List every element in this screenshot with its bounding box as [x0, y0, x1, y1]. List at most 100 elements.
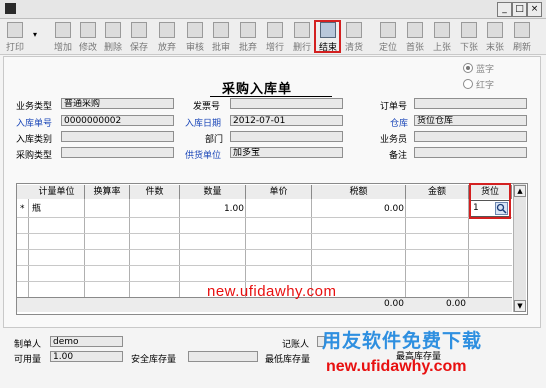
app-icon: [5, 3, 16, 14]
toolbar-button-2[interactable]: 增加: [50, 21, 76, 53]
vertical-scrollbar[interactable]: [513, 184, 526, 312]
purchase-type-label: 采购类型: [16, 151, 53, 161]
red-radio-label: 红字: [476, 81, 495, 91]
watermark-url-bottom: new.ufidawhy.com: [326, 358, 467, 375]
row-marker: *: [20, 204, 25, 214]
save-icon: [131, 22, 147, 38]
toolbar-button-16[interactable]: 上张: [429, 21, 455, 53]
refresh-icon: [514, 22, 530, 38]
toolbar-button-19[interactable]: 刷新: [509, 21, 535, 53]
toolbar-button-label: 删行: [292, 43, 311, 53]
grid-column-line: [405, 199, 406, 297]
toolbar-button-10[interactable]: 增行: [262, 21, 288, 53]
toolbar-button-label: 刷新: [512, 43, 531, 53]
column-header[interactable]: 数量: [180, 185, 246, 199]
toolbar-button-label: 上张: [432, 43, 451, 53]
toolbar-button-18[interactable]: 末张: [482, 21, 508, 53]
cell-tax[interactable]: 0.00: [340, 203, 404, 215]
total-amount: 0.00: [445, 299, 466, 309]
blue-radio[interactable]: [463, 63, 473, 73]
first-icon: [407, 22, 423, 38]
close-button[interactable]: ×: [527, 2, 542, 17]
safety-stock-label: 安全库存量: [131, 355, 177, 365]
receipt-no-field[interactable]: 0000000002: [61, 115, 174, 126]
column-header[interactable]: 换算率: [85, 185, 130, 199]
purchase-type-field[interactable]: [61, 147, 174, 158]
cell-qty[interactable]: 1.00: [182, 203, 244, 215]
available-label: 可用量: [14, 355, 42, 365]
edit-icon: [80, 22, 96, 38]
available-field: 1.00: [50, 351, 123, 362]
bookkeeper-label: 记账人: [282, 340, 310, 350]
delete-icon: [105, 22, 121, 38]
column-header[interactable]: 单价: [246, 185, 312, 199]
grid-column-line: [84, 199, 85, 297]
prev-icon: [434, 22, 450, 38]
toolbar-button-11[interactable]: 删行: [289, 21, 315, 53]
add-icon: [55, 22, 71, 38]
delete-row-icon: [294, 22, 310, 38]
batch-discard-icon: [240, 22, 256, 38]
maximize-button[interactable]: □: [512, 2, 527, 17]
supplier-field[interactable]: 加多宝: [230, 147, 343, 158]
toolbar-button-1[interactable]: 打印: [2, 21, 28, 53]
cell-unit[interactable]: 瓶: [32, 203, 41, 215]
toolbar-button-4[interactable]: 删除: [100, 21, 126, 53]
biz-type-field[interactable]: 普通采购: [61, 98, 174, 109]
toolbar-button-label: 删除: [103, 43, 122, 53]
warehouse-field[interactable]: 货位仓库: [414, 115, 527, 126]
total-tax: 0.00: [383, 299, 404, 309]
column-header[interactable]: 税额: [312, 185, 406, 199]
grid-column-line: [179, 199, 180, 297]
column-header[interactable]: 金额: [406, 185, 469, 199]
invoice-no-field[interactable]: [230, 98, 343, 109]
toolbar-button-label: 清货: [344, 43, 363, 53]
toolbar-button-13[interactable]: 清货: [341, 21, 367, 53]
receipt-date-field[interactable]: 2012-07-01: [230, 115, 343, 126]
toolbar-button-6[interactable]: 放弃: [154, 21, 180, 53]
location-highlight: [469, 183, 511, 219]
minimize-button[interactable]: _: [497, 2, 512, 17]
invoice-no-label: 发票号: [193, 102, 221, 112]
receipt-category-label: 入库类别: [16, 135, 53, 145]
department-field[interactable]: [230, 131, 343, 142]
toolbar-button-9[interactable]: 批弃: [235, 21, 261, 53]
toolbar-button-label: 批弃: [238, 43, 257, 53]
order-no-field[interactable]: [414, 98, 527, 109]
remark-field[interactable]: [414, 147, 527, 158]
department-label: 部门: [205, 135, 224, 145]
grid-row-line: [17, 265, 512, 266]
column-header[interactable]: 计量单位: [29, 185, 85, 199]
toolbar-button-label: 增加: [53, 43, 72, 53]
min-stock-label: 最低库存量: [265, 355, 311, 365]
supplier-label: 供货单位: [185, 151, 222, 161]
receipt-category-field[interactable]: [61, 131, 174, 142]
blue-radio-label: 蓝字: [476, 65, 495, 75]
toolbar-button-14[interactable]: 定位: [375, 21, 401, 53]
column-header[interactable]: 件数: [130, 185, 180, 199]
toolbar-button-7[interactable]: 审核: [182, 21, 208, 53]
title-bar: [0, 0, 546, 19]
toolbar-button-17[interactable]: 下张: [456, 21, 482, 53]
scroll-up-icon[interactable]: ▲: [514, 185, 526, 197]
toolbar-button-label: 首张: [405, 43, 424, 53]
grid-row-line: [17, 281, 512, 282]
grid-column-line: [28, 199, 29, 297]
grid-row-line: [17, 217, 512, 218]
watermark-brand: 用友软件免费下载: [322, 330, 483, 352]
toolbar-button-8[interactable]: 批审: [208, 21, 234, 53]
toolbar-button-5[interactable]: 保存: [126, 21, 152, 53]
toolbar-button-3[interactable]: 修改: [75, 21, 101, 53]
next-icon: [461, 22, 477, 38]
toolbar-button-label: 定位: [378, 43, 397, 53]
remark-label: 备注: [389, 151, 408, 161]
watermark-url-center: new.ufidawhy.com: [207, 283, 337, 300]
maker-label: 制单人: [14, 340, 42, 350]
salesman-field[interactable]: [414, 131, 527, 142]
scroll-down-icon[interactable]: ▼: [514, 300, 526, 312]
toolbar-button-label: 增行: [265, 43, 284, 53]
print-dropdown-arrow[interactable]: ▾: [33, 30, 39, 40]
receipt-no-label: 入库单号: [16, 119, 53, 129]
red-radio[interactable]: [463, 79, 473, 89]
toolbar-button-15[interactable]: 首张: [402, 21, 428, 53]
